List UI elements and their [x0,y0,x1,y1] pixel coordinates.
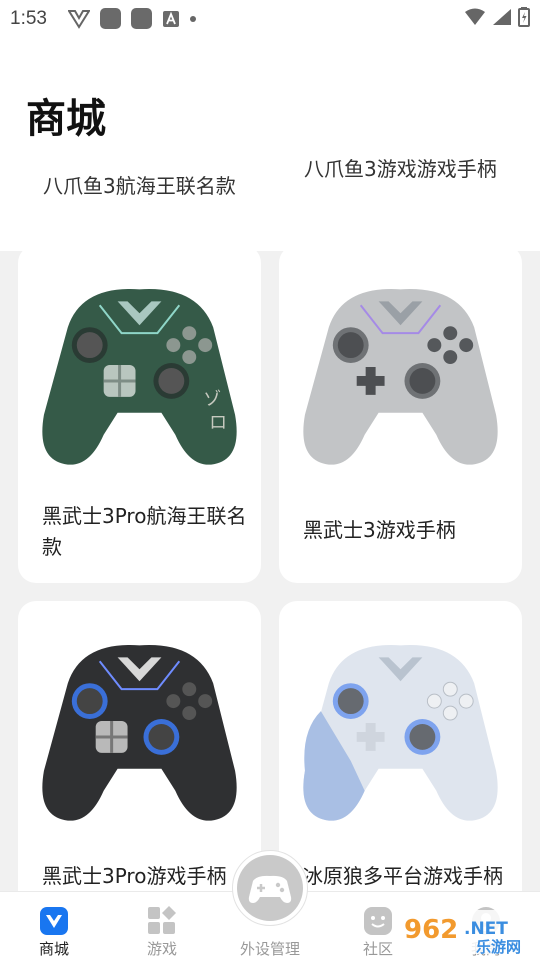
white-controller-image [303,645,498,821]
tab-peripherals[interactable]: 外设管理 [216,850,324,960]
community-face-icon [364,907,392,935]
green-controller-image: ゾ ロ [42,289,237,465]
product-name[interactable]: 黑武士3游戏手柄 [303,515,513,546]
watermark-suffix: .NET [464,919,508,939]
partial-product-row[interactable]: 八爪鱼3航海王联名款 八爪鱼3游戏游戏手柄 [0,156,540,251]
tab-games[interactable]: 游戏 [108,892,216,960]
watermark-text: 乐游网 [476,938,521,956]
status-bar: 1:53 [0,0,540,36]
notification-icons [68,8,196,29]
page-header: 商城 [0,36,540,156]
product-card[interactable]: 黑武士3游戏手柄 [279,251,522,583]
watermark-number: 962 [404,915,458,945]
store-icon [40,907,68,935]
tab-label: 商城 [38,940,69,958]
product-card[interactable]: 黑武士3Pro游戏手柄 [18,601,261,891]
app-square-icon [100,8,121,29]
watermark-logo: 962 .NET 乐游网 [400,908,536,956]
product-name[interactable]: 黑武士3Pro游戏手柄 [42,861,252,891]
grey-controller-image [303,289,498,465]
battery-icon [518,7,530,27]
font-a-icon [163,10,179,27]
wifi-icon [465,8,485,25]
product-name[interactable]: 八爪鱼3游戏游戏手柄 [304,156,514,184]
product-grid: ゾ ロ 黑武士3Pro航海王联名款 黑武士3游戏手柄 黑武士3Pro游戏手柄 冰… [0,251,540,891]
app-square-icon [131,8,152,29]
product-name[interactable]: 黑武士3Pro航海王联名款 [42,501,252,563]
tab-store[interactable]: 商城 [0,892,108,960]
gamepad-icon [248,875,292,903]
svg-text:ゾ: ゾ [203,389,221,410]
center-button-circle [237,855,303,921]
black-controller-image [42,645,237,821]
game-grid-icon [148,906,176,934]
signal-icon [493,9,511,25]
tab-label: 游戏 [146,940,177,958]
dot-icon [190,15,196,22]
status-time: 1:53 [10,8,47,29]
system-icons [464,7,530,27]
page-title: 商城 [26,96,106,142]
product-name[interactable]: 冰原狼多平台游戏手柄 [303,861,513,891]
tab-label: 外设管理 [239,940,300,958]
watermark-logo-image: 962 .NET 乐游网 [400,910,536,956]
flydigi-logo-icon [68,9,90,29]
product-card[interactable]: ゾ ロ 黑武士3Pro航海王联名款 [18,251,261,583]
peripheral-center-button[interactable] [232,850,308,926]
product-name[interactable]: 八爪鱼3航海王联名款 [43,170,236,199]
product-card[interactable]: 冰原狼多平台游戏手柄 [279,601,522,891]
svg-text:ロ: ロ [209,413,227,434]
